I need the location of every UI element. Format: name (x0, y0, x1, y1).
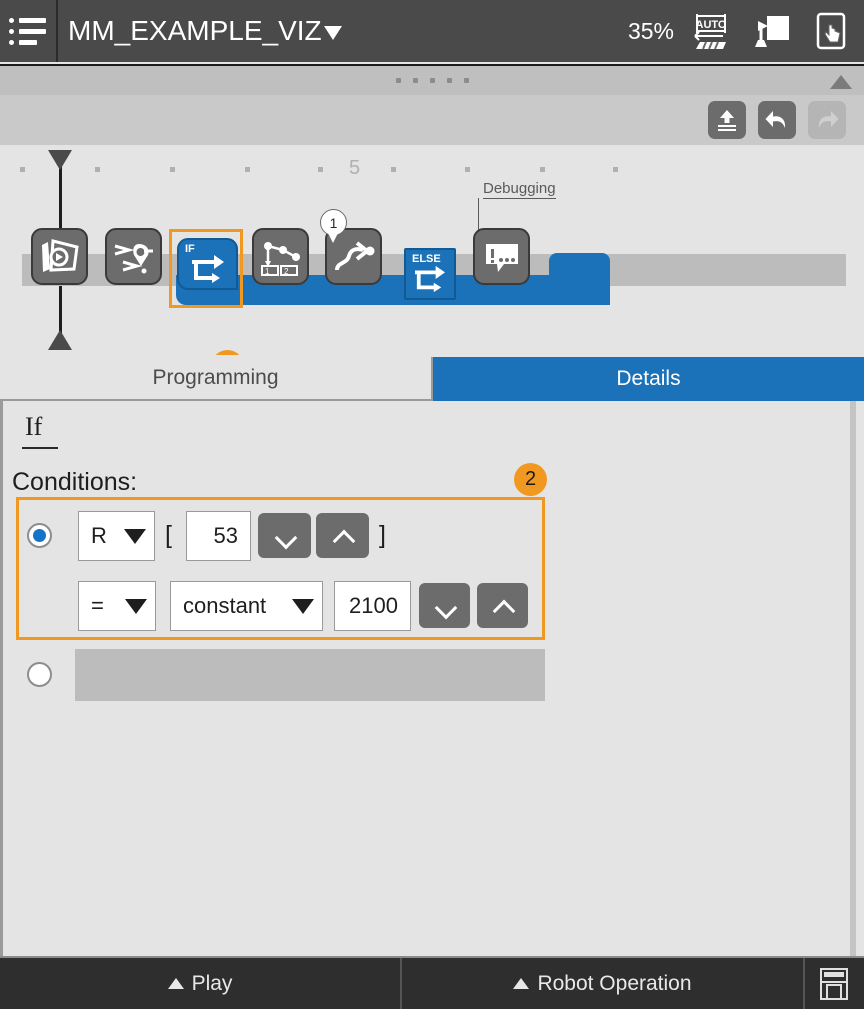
operand-type-select[interactable]: constant (170, 581, 323, 631)
chevron-down-icon (436, 597, 454, 615)
ruler-label: 5 (349, 157, 361, 179)
operand-type-value: constant (183, 593, 267, 618)
conditions-label: Conditions: (12, 468, 138, 496)
svg-text:2: 2 (284, 267, 289, 276)
caret-down-icon (125, 598, 147, 614)
branch-end-block[interactable] (549, 253, 610, 305)
robot-operation-menu-button[interactable]: Robot Operation (402, 958, 805, 1009)
touch-screen-icon[interactable] (808, 8, 854, 54)
program-name-label: MM_EXAMPLE_VIZ (68, 15, 322, 46)
undo-button[interactable] (758, 101, 796, 139)
details-heading: If (25, 412, 43, 441)
save-button[interactable] (805, 958, 862, 1009)
caret-up-icon (167, 978, 184, 989)
else-node-tag: ELSE (412, 253, 441, 265)
curve-move-icon (334, 240, 374, 270)
vision-program-node[interactable] (31, 228, 88, 285)
panel-drag-bar[interactable] (0, 64, 864, 95)
redo-button[interactable] (808, 101, 846, 139)
move-waypoint-node[interactable] (105, 228, 162, 285)
comparison-operator-value: = (91, 593, 104, 618)
comparison-operator-select[interactable]: = (78, 581, 156, 631)
register-type-select[interactable]: R (78, 511, 155, 561)
bracket-close: ] (379, 521, 386, 549)
operand-value-text: 2100 (349, 593, 398, 618)
graph-sequence-icon: 1 2 (260, 241, 300, 276)
register-index-input[interactable]: 53 (186, 511, 251, 561)
details-heading-underline (22, 447, 58, 449)
if-node[interactable]: IF (177, 238, 238, 290)
robot-operation-label: Robot Operation (537, 971, 692, 995)
callout-badge-1: 1 (211, 350, 244, 355)
play-label: Play (191, 971, 233, 995)
condition-row-2-empty-slot[interactable] (75, 649, 545, 701)
sequence-node[interactable]: 1 2 (252, 228, 309, 285)
register-index-increment-button[interactable] (316, 513, 369, 558)
operand-value-input[interactable]: 2100 (334, 581, 411, 631)
edit-toolbar (0, 95, 864, 145)
bracket-open: [ (165, 521, 172, 549)
tab-details[interactable]: Details (433, 357, 864, 401)
robot-teach-pendant-app: MM_EXAMPLE_VIZ 35% AUTO 5 IF 1 2 1 ELSE … (0, 0, 864, 1009)
branch-count-badge: 1 (320, 209, 347, 236)
program-cursor-bottom-handle[interactable] (48, 330, 72, 350)
operand-value-decrement-button[interactable] (419, 583, 470, 628)
drag-dots-icon (395, 78, 469, 83)
caret-down-icon (292, 598, 314, 614)
else-node[interactable]: ELSE (404, 248, 456, 300)
branch-arrow-icon (415, 265, 445, 293)
tab-programming[interactable]: Programming (0, 357, 433, 401)
svg-text:AUTO: AUTO (696, 19, 727, 31)
auto-mode-icon[interactable]: AUTO (688, 8, 734, 54)
top-bar-status-group: 35% AUTO (628, 8, 864, 54)
operand-value-increment-button[interactable] (477, 583, 528, 628)
path-waypoint-icon (114, 243, 153, 273)
caret-up-icon[interactable] (830, 75, 852, 89)
register-type-value: R (91, 523, 107, 548)
condition-radio-1-dot (33, 529, 46, 542)
play-menu-button[interactable]: Play (0, 958, 402, 1009)
debug-annotation-label: Debugging (483, 180, 556, 199)
top-bar: MM_EXAMPLE_VIZ 35% AUTO (0, 0, 864, 62)
condition-radio-2[interactable] (27, 662, 52, 687)
vision-play-icon (41, 238, 79, 272)
teach-pendant-icon[interactable] (748, 8, 794, 54)
condition-radio-1[interactable] (27, 523, 52, 548)
caret-down-icon (124, 528, 146, 544)
chevron-up-icon (494, 597, 512, 615)
flow-ruler: 5 (0, 157, 864, 183)
program-flow-canvas[interactable]: 5 IF 1 2 1 ELSE Debugging (0, 145, 864, 355)
bottom-bar: Play Robot Operation (0, 956, 864, 1009)
register-index-value: 53 (213, 523, 238, 548)
upload-icon (718, 110, 736, 131)
redo-icon (818, 111, 839, 128)
main-menu-button[interactable] (0, 0, 58, 62)
message-node[interactable] (473, 228, 530, 285)
save-floppy-icon (819, 967, 848, 1000)
branch-arrow-icon (191, 255, 224, 283)
chevron-down-icon (276, 527, 294, 545)
if-node-tag: IF (185, 243, 195, 255)
speech-bubble-icon (485, 243, 518, 272)
caret-down-icon (323, 26, 342, 40)
undo-icon (765, 111, 786, 128)
svg-text:1: 1 (265, 267, 270, 276)
upload-button[interactable] (708, 101, 746, 139)
branch-count-badge-tail (328, 233, 338, 243)
list-menu-icon (9, 17, 47, 45)
callout-badge-2: 2 (514, 463, 547, 496)
speed-override-value[interactable]: 35% (628, 18, 674, 45)
register-index-decrement-button[interactable] (258, 513, 311, 558)
program-selector[interactable]: MM_EXAMPLE_VIZ (68, 15, 342, 47)
details-scrollbar[interactable] (850, 401, 856, 956)
caret-up-icon (513, 978, 530, 989)
program-cursor-top-handle[interactable] (48, 150, 72, 170)
chevron-up-icon (334, 527, 352, 545)
panel-tabs: Programming Details (0, 357, 864, 401)
